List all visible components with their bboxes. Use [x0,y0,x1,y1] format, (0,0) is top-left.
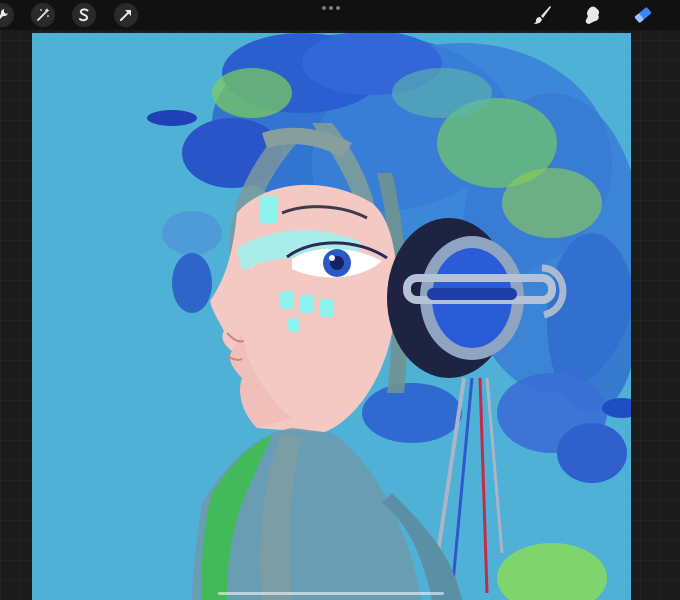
selection-s-icon[interactable] [72,3,96,27]
portrait-artwork [32,33,631,600]
canvas-options-grabber[interactable] [322,6,340,12]
drawing-app [0,0,680,600]
brush-icon[interactable] [530,3,554,27]
grabber-dot [329,6,333,10]
home-indicator[interactable] [218,592,444,595]
adjustments-wand-icon[interactable] [31,3,55,27]
grabber-dot [322,6,326,10]
grabber-dot [336,6,340,10]
wrench-icon[interactable] [0,3,14,27]
smudge-icon[interactable] [581,3,605,27]
top-toolbar [0,0,680,30]
drawing-canvas[interactable] [32,33,631,600]
eraser-icon[interactable] [631,3,655,27]
transform-arrow-icon[interactable] [114,3,138,27]
